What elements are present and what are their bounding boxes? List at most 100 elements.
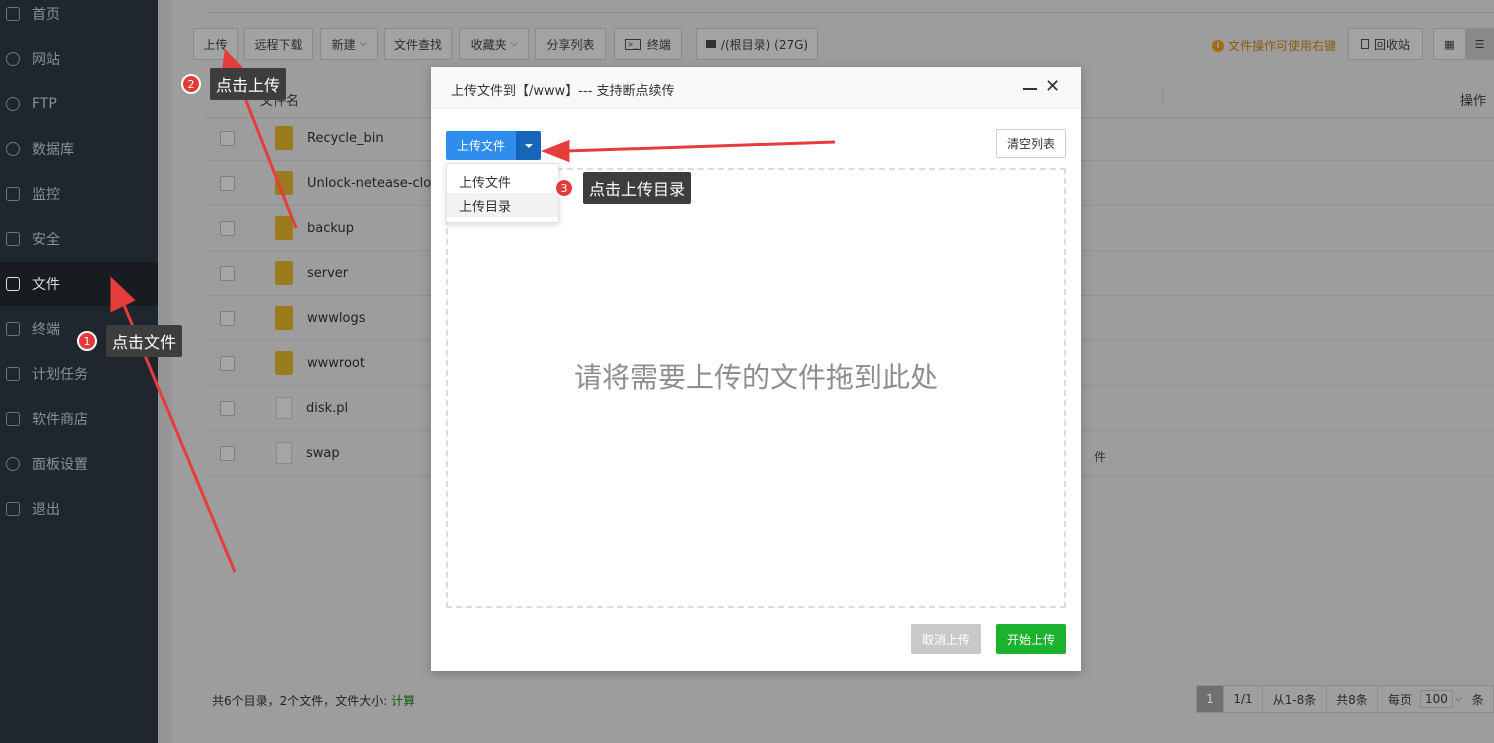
folder-icon xyxy=(275,306,293,330)
sidebar-item-settings[interactable]: 面板设置 xyxy=(0,442,158,486)
chevron-down-icon: ⌵ xyxy=(359,39,367,49)
sidebar-item-label: 监控 xyxy=(32,187,60,203)
modal-title: 上传文件到【/www】--- 支持断点续传 xyxy=(451,84,675,99)
chevron-down-icon: ⌵ xyxy=(1454,694,1462,704)
row-checkbox[interactable] xyxy=(220,220,235,236)
recycle-bin-button[interactable]: 回收站 xyxy=(1348,28,1423,60)
sidebar-item-label: 计划任务 xyxy=(32,367,88,383)
menu-item-upload-file[interactable]: 上传文件 xyxy=(447,169,558,193)
terminal-button[interactable]: >_ 终端 xyxy=(614,28,682,60)
minimize-icon[interactable] xyxy=(1023,88,1037,90)
divider xyxy=(1162,84,1163,108)
new-button[interactable]: 新建 ⌵ xyxy=(320,28,378,60)
file-name[interactable]: backup xyxy=(307,221,354,236)
folder-icon xyxy=(275,351,293,375)
grid-icon xyxy=(6,412,20,426)
close-icon[interactable]: ✕ xyxy=(1045,77,1060,97)
per-page-select[interactable]: 100 xyxy=(1420,690,1453,708)
file-name[interactable]: Recycle_bin xyxy=(307,131,384,146)
terminal-label: 终端 xyxy=(646,37,671,52)
pager-current[interactable]: 1 xyxy=(1196,685,1224,713)
calc-link[interactable]: 计算 xyxy=(391,694,415,708)
row-checkbox[interactable] xyxy=(220,175,235,191)
upload-dropdown-menu: 上传文件 上传目录 xyxy=(446,163,559,223)
file-name[interactable]: swap xyxy=(306,446,340,461)
menu-item-label: 上传文件 xyxy=(459,175,512,191)
file-name[interactable]: wwwlogs xyxy=(307,311,366,326)
sidebar-item-cron[interactable]: 计划任务 xyxy=(0,352,158,396)
row-checkbox[interactable] xyxy=(220,445,235,461)
upload-dropdown-toggle[interactable] xyxy=(516,131,541,160)
sidebar-item-home[interactable]: 首页 xyxy=(0,0,158,36)
pager-count: 共8条 xyxy=(1326,685,1378,713)
sidebar-item-store[interactable]: 软件商店 xyxy=(0,397,158,441)
sidebar-item-security[interactable]: 安全 xyxy=(0,217,158,261)
grid-view-button[interactable]: ▦ xyxy=(1433,28,1466,60)
disk-button[interactable]: /(根目录) (27G) xyxy=(696,28,818,60)
row-checkbox[interactable] xyxy=(220,355,235,371)
drop-zone[interactable]: 请将需要上传的文件拖到此处 xyxy=(446,168,1066,608)
sidebar-item-label: FTP xyxy=(32,96,57,112)
pager-current-label: 1 xyxy=(1206,692,1214,706)
sidebar-item-label: 网站 xyxy=(32,52,60,68)
sidebar-item-label: 安全 xyxy=(32,232,60,248)
divider xyxy=(207,12,1494,13)
per-page-label: 每页 xyxy=(1388,692,1413,707)
sidebar-item-ftp[interactable]: FTP xyxy=(0,82,158,126)
row-checkbox[interactable] xyxy=(220,265,235,281)
cancel-upload-button[interactable]: 取消上传 xyxy=(911,624,981,654)
sidebar-item-logout[interactable]: 退出 xyxy=(0,487,158,531)
menu-item-label: 上传目录 xyxy=(459,199,512,215)
recycle-label: 回收站 xyxy=(1373,37,1410,52)
folder-icon xyxy=(275,171,293,195)
file-icon xyxy=(276,442,292,464)
folder-icon xyxy=(275,126,293,150)
sidebar: 首页 网站 FTP 数据库 监控 安全 文件 终端 计划任务 软件商店 面板设置 xyxy=(0,0,158,743)
sidebar-item-files[interactable]: 文件 xyxy=(0,262,158,306)
share-list-label: 分享列表 xyxy=(546,37,595,52)
upload-button[interactable]: 上传 xyxy=(193,28,238,60)
file-name[interactable]: server xyxy=(307,266,348,281)
sidebar-item-database[interactable]: 数据库 xyxy=(0,127,158,171)
start-upload-button[interactable]: 开始上传 xyxy=(996,624,1066,654)
row-checkbox[interactable] xyxy=(220,310,235,326)
file-name[interactable]: disk.pl xyxy=(306,401,348,416)
upload-file-button[interactable]: 上传文件 xyxy=(446,131,516,160)
sidebar-item-monitor[interactable]: 监控 xyxy=(0,172,158,216)
pager-per-page[interactable]: 每页 100 ⌵ 条 xyxy=(1377,685,1494,713)
sidebar-item-label: 数据库 xyxy=(32,142,74,158)
file-name[interactable]: wwwroot xyxy=(307,356,365,371)
right-click-hint: i 文件操作可使用右键 xyxy=(1212,37,1336,54)
terminal-icon xyxy=(6,322,20,336)
clear-list-label: 清空列表 xyxy=(1006,137,1055,151)
trash-icon xyxy=(1360,39,1369,49)
row-checkbox[interactable] xyxy=(220,400,235,416)
chevron-down-icon: ⌵ xyxy=(510,39,518,49)
callout-click-upload-directory: 点击上传目录 xyxy=(583,172,692,204)
remote-download-button[interactable]: 远程下载 xyxy=(244,28,313,60)
step-badge: 3 xyxy=(554,178,574,198)
calendar-icon xyxy=(6,367,20,381)
hint-text: 文件操作可使用右键 xyxy=(1228,39,1337,53)
menu-item-upload-directory[interactable]: 上传目录 xyxy=(447,193,558,217)
home-icon xyxy=(6,7,20,21)
gear-icon xyxy=(6,457,20,471)
terminal-icon: >_ xyxy=(625,38,641,50)
remote-download-label: 远程下载 xyxy=(254,37,303,52)
list-view-button[interactable]: ☰ xyxy=(1465,28,1494,60)
drop-zone-text: 请将需要上传的文件拖到此处 xyxy=(573,361,938,394)
disk-label: /(根目录) (27G) xyxy=(720,37,809,52)
footer-summary: 共6个目录，2个文件，文件大小: 计算 xyxy=(212,692,415,709)
step-badge: 1 xyxy=(77,331,97,351)
file-search-button[interactable]: 文件查找 xyxy=(384,28,452,60)
share-list-button[interactable]: 分享列表 xyxy=(535,28,606,60)
folder-icon xyxy=(275,261,293,285)
row-checkbox[interactable] xyxy=(220,130,235,146)
clear-list-button[interactable]: 清空列表 xyxy=(996,129,1066,158)
sidebar-item-label: 文件 xyxy=(32,277,60,293)
new-label: 新建 xyxy=(331,37,356,52)
sidebar-item-website[interactable]: 网站 xyxy=(0,37,158,81)
pager-total-label: 1/1 xyxy=(1233,692,1253,706)
favorites-button[interactable]: 收藏夹 ⌵ xyxy=(459,28,529,60)
file-icon xyxy=(276,397,292,419)
